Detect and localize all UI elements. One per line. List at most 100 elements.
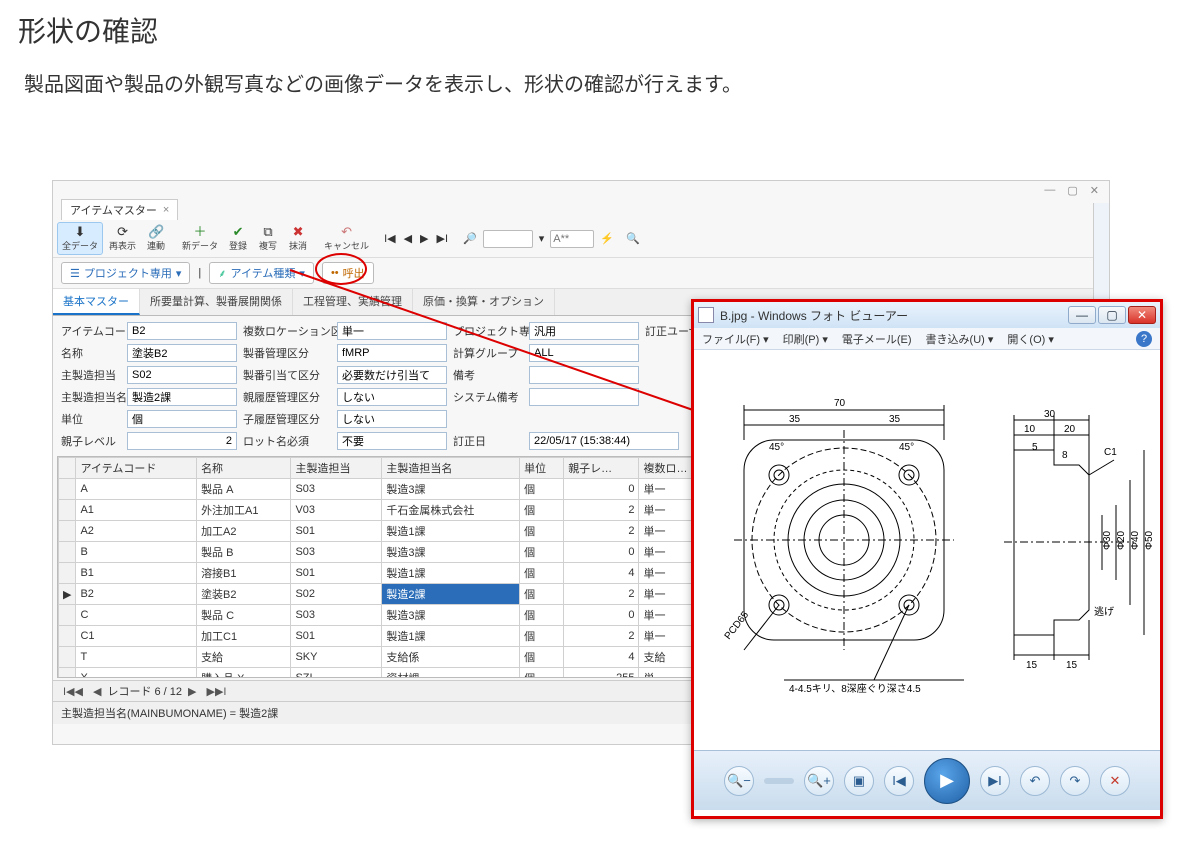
field-main-tanto[interactable] xyxy=(127,366,237,384)
slideshow-button[interactable]: ▶ xyxy=(924,758,970,804)
photo-viewer-window: B.jpg - Windows フォト ビューアー — ▢ ✕ ファイル(F) … xyxy=(691,299,1163,819)
field-main-tanto-name[interactable] xyxy=(127,388,237,406)
viewer-menu-item[interactable]: ファイル(F) ▾ xyxy=(702,331,769,347)
subtab[interactable]: 基本マスター xyxy=(53,289,140,315)
svg-text:Φ50: Φ50 xyxy=(1144,530,1155,550)
prev-image-button[interactable]: I◀ xyxy=(884,766,914,796)
column-header[interactable]: 主製造担当 xyxy=(291,458,382,479)
viewer-controls: 🔍− 🔍+ ▣ I◀ ▶ ▶I ↶ ↷ ✕ xyxy=(694,750,1160,810)
svg-text:Φ40: Φ40 xyxy=(1130,530,1141,550)
column-header[interactable]: 親子レ… xyxy=(564,458,639,479)
field-ko-rireki[interactable] xyxy=(337,410,447,428)
svg-text:20: 20 xyxy=(1064,424,1076,435)
page-title: 形状の確認 xyxy=(18,10,1200,50)
field-name[interactable] xyxy=(127,344,237,362)
new-button[interactable]: ＋新データ xyxy=(178,223,222,254)
field-proj[interactable] xyxy=(529,322,639,340)
svg-text:15: 15 xyxy=(1066,660,1078,671)
nav-prev-icon[interactable]: ◀ xyxy=(401,232,415,245)
nav-next-icon[interactable]: ▶ xyxy=(417,232,431,245)
chevron-down-icon[interactable]: ▾ xyxy=(535,232,549,245)
nav-prev-icon[interactable]: ◀ xyxy=(89,685,105,698)
lbl-proj: プロジェクト専用 xyxy=(453,323,523,339)
field-multi-loc[interactable] xyxy=(337,322,447,340)
field-sys-biko[interactable] xyxy=(529,388,639,406)
svg-text:Φ20: Φ20 xyxy=(1116,530,1127,550)
rotate-cw-button[interactable]: ↷ xyxy=(1060,766,1090,796)
undo-icon: ↶ xyxy=(341,225,352,239)
column-header[interactable]: 名称 xyxy=(197,458,291,479)
all-data-button[interactable]: ⬇全データ xyxy=(57,222,103,255)
callout-button[interactable]: •• 呼出 xyxy=(322,262,374,284)
nav-last-icon[interactable]: ▶I xyxy=(434,232,452,245)
field-seiban-kubun[interactable] xyxy=(337,344,447,362)
copy-button[interactable]: ⧉複写 xyxy=(254,223,282,254)
link-button[interactable]: 🔗連動 xyxy=(142,223,170,254)
window-min-icon[interactable]: — xyxy=(1038,184,1061,196)
svg-text:PCD65: PCD65 xyxy=(723,609,752,642)
tree-icon: ⸙ xyxy=(218,266,226,281)
down-arrow-icon: ⬇ xyxy=(75,225,86,239)
field-lot[interactable] xyxy=(337,432,447,450)
delete-button[interactable]: ✖抹消 xyxy=(284,223,312,254)
subtab[interactable]: 原価・換算・オプション xyxy=(413,289,555,315)
column-header[interactable]: 主製造担当名 xyxy=(382,458,520,479)
zoom-slider[interactable] xyxy=(764,778,794,784)
project-filter-button[interactable]: ☰ プロジェクト専用 ▾ xyxy=(61,262,190,284)
field-seiban-hikiate[interactable] xyxy=(337,366,447,384)
register-button[interactable]: ✔登録 xyxy=(224,223,252,254)
nav-first-icon[interactable]: I◀ xyxy=(381,232,399,245)
viewer-menu-item[interactable]: 電子メール(E) xyxy=(842,331,912,347)
nav-last-icon[interactable]: ▶▶I xyxy=(203,685,231,698)
help-icon[interactable]: ? xyxy=(1136,331,1152,347)
svg-text:5: 5 xyxy=(1032,442,1038,453)
window-min-button[interactable]: — xyxy=(1068,306,1096,324)
window-close-button[interactable]: ✕ xyxy=(1128,306,1156,324)
window-max-button[interactable]: ▢ xyxy=(1098,306,1126,324)
svg-text:35: 35 xyxy=(789,414,801,425)
lbl-name: 名称 xyxy=(61,345,121,361)
field-unit[interactable] xyxy=(127,410,237,428)
nav-field[interactable] xyxy=(483,230,533,248)
rotate-ccw-button[interactable]: ↶ xyxy=(1020,766,1050,796)
viewer-menu-item[interactable]: 書き込み(U) ▾ xyxy=(926,331,994,347)
svg-text:10: 10 xyxy=(1024,424,1036,435)
subtab[interactable]: 工程管理、実績管理 xyxy=(293,289,413,315)
field-oya-rireki[interactable] xyxy=(337,388,447,406)
column-header[interactable]: アイテムコード xyxy=(76,458,197,479)
column-header[interactable]: 単位 xyxy=(520,458,564,479)
nav-first-icon[interactable]: I◀◀ xyxy=(59,685,87,698)
field-item-code[interactable] xyxy=(127,322,237,340)
lbl-calc-group: 計算グループ xyxy=(453,345,523,361)
document-tab[interactable]: アイテムマスター × xyxy=(61,199,178,220)
viewer-menu-item[interactable]: 印刷(P) ▾ xyxy=(783,331,828,347)
next-image-button[interactable]: ▶I xyxy=(980,766,1010,796)
subtab[interactable]: 所要量計算、製番展開関係 xyxy=(140,289,293,315)
field-calc-group[interactable] xyxy=(529,344,639,362)
document-tab-label: アイテムマスター xyxy=(70,202,157,218)
bolt-icon[interactable]: ⚡ xyxy=(596,232,618,245)
secondary-toolbar: ☰ プロジェクト専用 ▾ | ⸙ アイテム種類 ▾ •• 呼出 xyxy=(53,258,1109,289)
field-biko[interactable] xyxy=(529,366,639,384)
magnifier-icon[interactable]: 🔍 xyxy=(620,232,646,245)
redisplay-button[interactable]: ⟳再表示 xyxy=(105,223,140,254)
window-max-icon[interactable]: ▢ xyxy=(1061,184,1083,197)
zoom-out-button[interactable]: 🔍− xyxy=(724,766,754,796)
search-input[interactable] xyxy=(550,230,594,248)
field-teisei[interactable] xyxy=(529,432,679,450)
close-icon[interactable]: × xyxy=(163,204,169,216)
image-file-icon xyxy=(698,307,714,323)
fit-button[interactable]: ▣ xyxy=(844,766,874,796)
item-kind-button[interactable]: ⸙ アイテム種類 ▾ xyxy=(209,262,314,284)
nav-next-icon[interactable]: ▶ xyxy=(184,685,200,698)
field-oyako[interactable] xyxy=(127,432,237,450)
delete-image-button[interactable]: ✕ xyxy=(1100,766,1130,796)
cancel-button[interactable]: ↶キャンセル xyxy=(320,223,373,254)
svg-text:C1: C1 xyxy=(1104,447,1117,458)
viewer-menu-item[interactable]: 開く(O) ▾ xyxy=(1007,331,1053,347)
svg-text:4-4.5キリ、8深座ぐり深さ4.5: 4-4.5キリ、8深座ぐり深さ4.5 xyxy=(789,682,921,695)
svg-text:Φ30: Φ30 xyxy=(1102,530,1113,550)
zoom-in-button[interactable]: 🔍+ xyxy=(804,766,834,796)
window-close-icon[interactable]: ✕ xyxy=(1084,184,1105,197)
binoculars-icon[interactable]: 🔎 xyxy=(459,232,481,245)
